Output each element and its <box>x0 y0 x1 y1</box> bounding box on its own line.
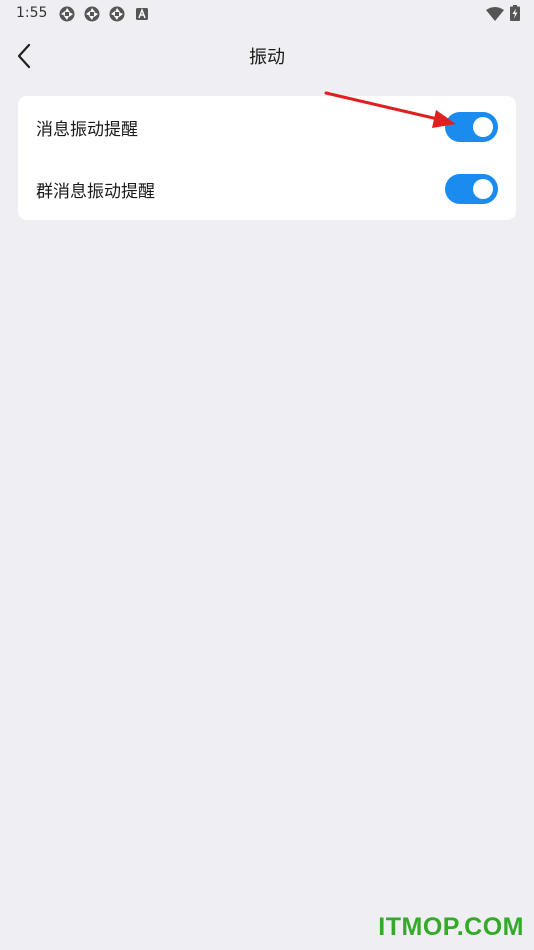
a-box-icon <box>133 5 150 22</box>
setting-row-group-message-vibration: 群消息振动提醒 <box>18 158 516 220</box>
setting-label: 群消息振动提醒 <box>36 181 155 202</box>
toggle-knob <box>473 179 493 199</box>
aperture-icon <box>108 5 125 22</box>
status-notification-icons <box>58 5 150 22</box>
aperture-icon <box>58 5 75 22</box>
setting-label: 消息振动提醒 <box>36 119 138 140</box>
wifi-icon <box>486 6 504 25</box>
toggle-knob <box>473 117 493 137</box>
status-system-icons <box>486 5 520 25</box>
page-title: 振动 <box>249 47 285 68</box>
message-vibration-toggle[interactable] <box>445 112 498 142</box>
status-time: 1:55 <box>16 5 48 21</box>
watermark-text: ITMOP.COM <box>378 913 524 941</box>
vibration-settings-card: 消息振动提醒 群消息振动提醒 <box>18 96 516 220</box>
setting-row-message-vibration: 消息振动提醒 <box>18 96 516 158</box>
aperture-icon <box>83 5 100 22</box>
group-message-vibration-toggle[interactable] <box>445 174 498 204</box>
battery-charging-icon <box>510 5 520 25</box>
app-header: 振动 <box>0 28 534 84</box>
status-bar: 1:55 <box>0 0 534 28</box>
